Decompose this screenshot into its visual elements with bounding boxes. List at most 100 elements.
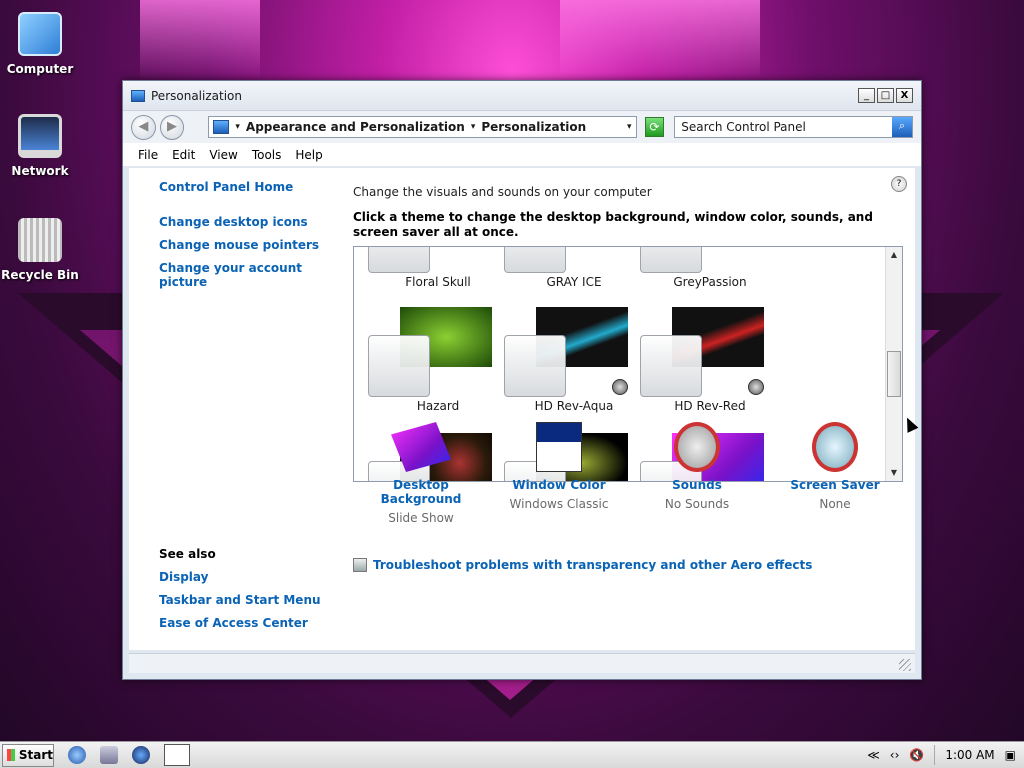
theme-floral-skull[interactable]: Floral Skull bbox=[368, 247, 508, 289]
theme-hd-rev-red[interactable]: HD Rev-Red bbox=[640, 307, 780, 413]
breadcrumb-personalization[interactable]: Personalization bbox=[481, 120, 586, 134]
theme-label: Hazard bbox=[416, 399, 460, 413]
option-value: None bbox=[819, 497, 851, 511]
desktop-icon-computer[interactable]: Computer bbox=[0, 12, 80, 76]
display-link[interactable]: Display bbox=[159, 570, 208, 584]
desktop-background-option[interactable]: Desktop Background Slide Show bbox=[351, 422, 491, 525]
sounds-icon bbox=[674, 422, 720, 472]
menu-help[interactable]: Help bbox=[288, 148, 329, 162]
option-value: Windows Classic bbox=[509, 497, 609, 511]
menu-tools[interactable]: Tools bbox=[245, 148, 289, 162]
computer-icon bbox=[18, 12, 62, 56]
desktop-icon-label: Network bbox=[11, 164, 69, 178]
page-subheading: Click a theme to change the desktop back… bbox=[353, 210, 873, 239]
maximize-button[interactable]: □ bbox=[877, 88, 894, 103]
skull-badge-icon bbox=[612, 379, 628, 395]
theme-label: HD Rev-Red bbox=[674, 399, 746, 413]
change-desktop-icons-link[interactable]: Change desktop icons bbox=[159, 215, 308, 229]
scrollbar-thumb[interactable] bbox=[887, 351, 901, 397]
tray-separator bbox=[934, 745, 936, 765]
help-icon[interactable]: ? bbox=[891, 176, 907, 192]
control-panel-home-link[interactable]: Control Panel Home bbox=[159, 180, 293, 194]
change-account-picture-link[interactable]: Change your account picture bbox=[159, 261, 335, 289]
breadcrumb-separator[interactable]: ▾ bbox=[471, 122, 476, 132]
theme-label: HD Rev-Aqua bbox=[534, 399, 614, 413]
desktop-background-icon bbox=[391, 422, 451, 472]
address-dropdown-button[interactable]: ▾ bbox=[627, 122, 632, 132]
desktop-icon-label: Recycle Bin bbox=[1, 268, 79, 282]
back-button[interactable]: ◀ bbox=[131, 114, 156, 140]
option-title: Window Color bbox=[512, 478, 606, 492]
recycle-bin-icon bbox=[18, 218, 62, 262]
clock[interactable]: 1:00 AM bbox=[945, 748, 994, 762]
status-bar bbox=[129, 653, 915, 673]
option-value: No Sounds bbox=[664, 497, 730, 511]
change-mouse-pointers-link[interactable]: Change mouse pointers bbox=[159, 238, 319, 252]
desktop-light-beam bbox=[140, 0, 260, 80]
scroll-up-arrow-icon[interactable]: ▲ bbox=[886, 247, 902, 263]
theme-preview-box bbox=[640, 335, 702, 397]
theme-preview-box bbox=[640, 247, 702, 273]
desktop-light-beam bbox=[560, 0, 760, 80]
search-icon[interactable]: ⌕ bbox=[892, 117, 913, 137]
desktop-icon-network[interactable]: Network bbox=[0, 114, 80, 178]
control-panel-icon bbox=[131, 89, 145, 102]
theme-hd-rev-aqua[interactable]: HD Rev-Aqua bbox=[504, 307, 644, 413]
page-heading: Change the visuals and sounds on your co… bbox=[353, 185, 652, 199]
windows-flag-icon bbox=[7, 749, 15, 761]
content-pane: Control Panel Home Change desktop icons … bbox=[129, 168, 915, 650]
quicklaunch-browser-icon[interactable] bbox=[68, 746, 86, 764]
refresh-button[interactable]: ⟳ bbox=[644, 117, 665, 137]
search-input[interactable]: Search Control Panel ⌕ bbox=[674, 116, 914, 138]
minimize-button[interactable]: _ bbox=[858, 88, 875, 103]
navigation-bar: ◀ ▶ ▾ Appearance and Personalization ▾ P… bbox=[123, 111, 921, 143]
theme-preview-box bbox=[368, 247, 430, 273]
option-title: Screen Saver bbox=[790, 478, 880, 492]
search-placeholder: Search Control Panel bbox=[681, 120, 806, 134]
option-title: Sounds bbox=[672, 478, 722, 492]
start-button[interactable]: Start bbox=[2, 743, 54, 767]
address-bar[interactable]: ▾ Appearance and Personalization ▾ Perso… bbox=[208, 116, 637, 138]
sounds-option[interactable]: Sounds No Sounds bbox=[627, 422, 767, 511]
menu-bar: File Edit View Tools Help bbox=[123, 143, 921, 167]
volume-muted-icon[interactable]: 🔇 bbox=[909, 748, 924, 762]
window-color-option[interactable]: Window Color Windows Classic bbox=[489, 422, 629, 511]
show-desktop-icon[interactable]: ▣ bbox=[1005, 748, 1016, 762]
breadcrumb-appearance[interactable]: Appearance and Personalization bbox=[246, 120, 465, 134]
theme-label: Floral Skull bbox=[405, 275, 471, 289]
taskbar: Start ≪ ‹› 🔇 1:00 AM ▣ bbox=[0, 741, 1024, 768]
ease-of-access-link[interactable]: Ease of Access Center bbox=[159, 616, 308, 630]
breadcrumb-separator[interactable]: ▾ bbox=[235, 122, 240, 132]
taskbar-start-menu-link[interactable]: Taskbar and Start Menu bbox=[159, 593, 321, 607]
title-bar[interactable]: Personalization _ □ X bbox=[123, 81, 921, 111]
quicklaunch-explorer-icon[interactable] bbox=[100, 746, 118, 764]
menu-file[interactable]: File bbox=[131, 148, 165, 162]
network-tray-icon[interactable]: ‹› bbox=[890, 748, 900, 762]
quicklaunch-ie-icon[interactable] bbox=[132, 746, 150, 764]
desktop-icon-recycle-bin[interactable]: Recycle Bin bbox=[0, 218, 80, 282]
screen-saver-option[interactable]: Screen Saver None bbox=[765, 422, 905, 511]
theme-greypassion[interactable]: GreyPassion bbox=[640, 247, 780, 289]
forward-button[interactable]: ▶ bbox=[159, 114, 185, 140]
tray-expand-icon[interactable]: ≪ bbox=[867, 748, 880, 762]
close-button[interactable]: X bbox=[896, 88, 913, 103]
theme-hazard[interactable]: Hazard bbox=[368, 307, 508, 413]
skull-badge-icon bbox=[748, 379, 764, 395]
start-label: Start bbox=[18, 748, 53, 762]
theme-label: GreyPassion bbox=[673, 275, 747, 289]
taskbar-personalization-button[interactable] bbox=[164, 744, 190, 766]
theme-preview-box bbox=[504, 247, 566, 273]
theme-label: GRAY ICE bbox=[546, 275, 602, 289]
option-value: Slide Show bbox=[388, 511, 454, 525]
troubleshoot-icon bbox=[353, 558, 367, 572]
window-title: Personalization bbox=[151, 88, 242, 103]
personalization-window: Personalization _ □ X ◀ ▶ ▾ Appearance a… bbox=[122, 80, 922, 680]
theme-gray-ice[interactable]: GRAY ICE bbox=[504, 247, 644, 289]
troubleshoot-transparency-link[interactable]: Troubleshoot problems with transparency … bbox=[353, 558, 812, 572]
resize-grip-icon[interactable] bbox=[899, 659, 911, 671]
menu-edit[interactable]: Edit bbox=[165, 148, 202, 162]
troubleshoot-label: Troubleshoot problems with transparency … bbox=[373, 558, 813, 572]
control-panel-icon bbox=[213, 120, 230, 134]
menu-view[interactable]: View bbox=[202, 148, 244, 162]
screen-saver-icon bbox=[812, 422, 858, 472]
